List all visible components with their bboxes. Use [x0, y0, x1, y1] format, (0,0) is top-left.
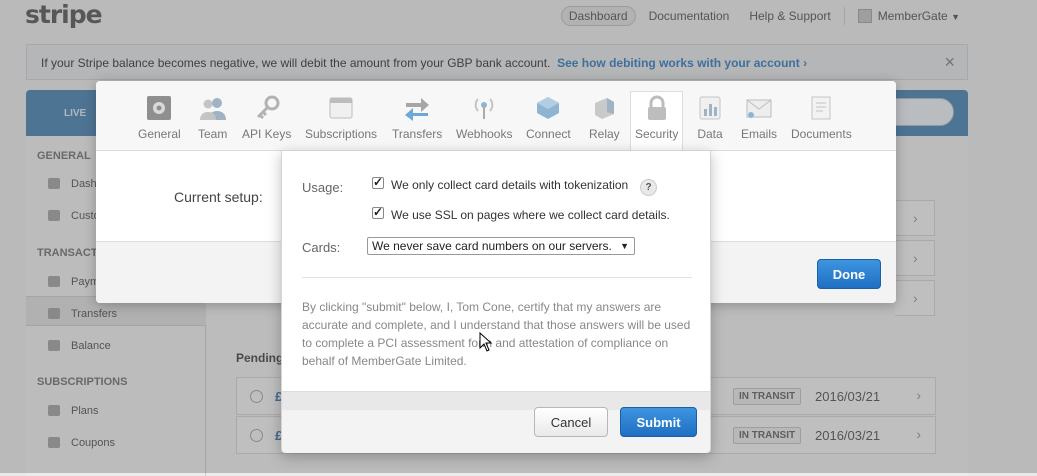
tab-label: Team	[198, 127, 228, 141]
subscriptions-icon	[329, 97, 353, 119]
tab-label: Webhooks	[456, 127, 513, 141]
documents-icon	[811, 96, 831, 120]
cancel-button[interactable]: Cancel	[534, 407, 608, 437]
tab-api-keys[interactable]: API Keys	[242, 95, 291, 141]
tab-transfers[interactable]: Transfers	[392, 95, 442, 141]
tab-emails[interactable]: Emails	[741, 95, 777, 141]
ssl-checkbox[interactable]	[372, 205, 384, 219]
webhooks-icon	[474, 98, 494, 119]
tab-connect[interactable]: Connect	[526, 95, 571, 141]
dropdown-arrow-icon: ▼	[620, 241, 629, 251]
relay-icon	[595, 98, 615, 119]
tokenization-checkbox[interactable]	[372, 175, 384, 189]
tab-security[interactable]: Security	[635, 95, 678, 141]
transfers-icon	[405, 98, 430, 121]
email-icon	[746, 99, 772, 118]
cards-select-value: We never save card numbers on our server…	[372, 239, 612, 253]
mouse-cursor-icon	[479, 332, 493, 352]
settings-tabs: General Team API Keys Subscriptions Tran…	[96, 81, 896, 152]
tab-data[interactable]: Data	[697, 95, 723, 141]
divider	[302, 277, 692, 278]
tab-label: Subscriptions	[305, 127, 378, 141]
tab-label: Data	[697, 127, 723, 141]
pci-dialog: Usage: We only collect card details with…	[281, 150, 711, 453]
tab-label: Connect	[526, 127, 571, 141]
ssl-checkbox-label: We use SSL on pages where we collect car…	[391, 208, 670, 222]
tab-general[interactable]: General	[138, 95, 181, 141]
tab-label: Documents	[791, 127, 852, 141]
cards-select[interactable]: We never save card numbers on our server…	[367, 237, 635, 255]
tab-subscriptions[interactable]: Subscriptions	[305, 95, 377, 141]
certification-text: By clicking "submit" below, I, Tom Cone,…	[302, 300, 691, 368]
connect-icon	[537, 97, 560, 119]
tab-label: General	[138, 127, 181, 141]
tab-label: Security	[635, 127, 679, 141]
key-icon	[256, 95, 280, 120]
current-setup-label: Current setup:	[174, 189, 263, 205]
team-icon	[199, 98, 226, 120]
general-icon	[147, 96, 172, 120]
tab-team[interactable]: Team	[198, 95, 227, 141]
help-icon[interactable]: ?	[640, 179, 657, 196]
cards-label: Cards:	[302, 240, 341, 255]
tokenization-checkbox-label: We only collect card details with tokeni…	[391, 178, 629, 192]
done-button[interactable]: Done	[817, 259, 881, 289]
usage-label: Usage:	[302, 180, 344, 195]
tab-label: API Keys	[242, 127, 292, 141]
tab-label: Transfers	[392, 127, 443, 141]
submit-button[interactable]: Submit	[620, 407, 697, 437]
data-icon	[699, 96, 721, 120]
tab-label: Emails	[741, 127, 778, 141]
tab-documents[interactable]: Documents	[791, 95, 852, 141]
tab-relay[interactable]: Relay	[589, 95, 620, 141]
tab-label: Relay	[589, 127, 620, 141]
tab-webhooks[interactable]: Webhooks	[456, 95, 512, 141]
lock-icon	[647, 95, 666, 120]
